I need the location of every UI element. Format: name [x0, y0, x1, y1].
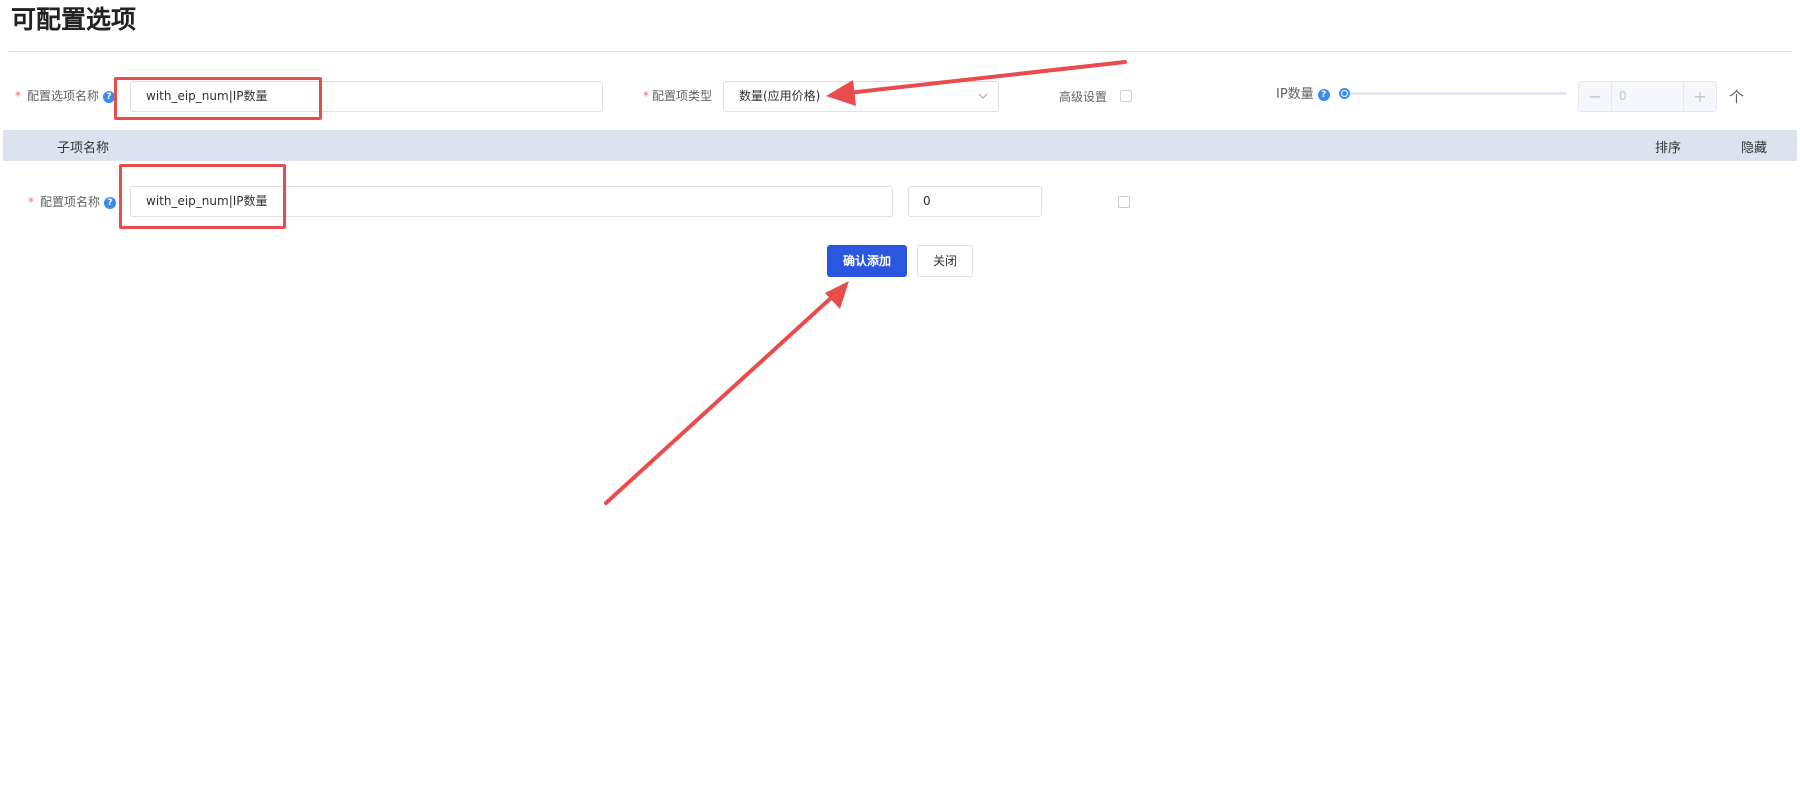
annotation-highlight-box — [119, 164, 286, 229]
slider-handle[interactable] — [1339, 88, 1350, 99]
table-header: 子项名称 排序 隐藏 — [3, 130, 1797, 161]
slider-label-group: IP数量? — [1276, 87, 1330, 103]
required-mark: * — [15, 89, 21, 103]
quantity-stepper: − 0 + — [1578, 81, 1717, 112]
option-name-label: 配置选项名称 — [27, 89, 100, 103]
advanced-label: 高级设置 — [1059, 90, 1108, 104]
column-sort: 排序 — [1655, 141, 1682, 156]
page: 可配置选项 * 配置选项名称? with_eip_num|IP数量 * 配置项类型 … — [0, 0, 1800, 800]
title-divider — [9, 51, 1792, 52]
column-subitem-name: 子项名称 — [57, 141, 110, 156]
stepper-plus-button[interactable]: + — [1683, 82, 1716, 111]
type-label: 配置项类型 — [652, 89, 713, 103]
annotation-arrows — [604, 60, 1127, 505]
annotation-arrowhead — [825, 281, 849, 309]
help-icon[interactable]: ? — [104, 196, 117, 209]
option-name-label-group: * 配置选项名称? — [15, 88, 116, 104]
help-icon[interactable]: ? — [1317, 88, 1330, 101]
required-mark: * — [643, 89, 649, 103]
stepper-minus-button[interactable]: − — [1579, 82, 1612, 111]
required-mark: * — [28, 195, 34, 209]
unit-label: 个 — [1729, 88, 1745, 106]
type-select[interactable]: 数量(应用价格) — [723, 81, 999, 112]
annotation-arrow-line — [604, 295, 834, 505]
confirm-add-button[interactable]: 确认添加 — [827, 245, 907, 277]
close-button[interactable]: 关闭 — [917, 245, 973, 277]
slider-track[interactable] — [1343, 92, 1567, 95]
type-label-group: * 配置项类型 — [643, 88, 712, 104]
column-hide: 隐藏 — [1741, 141, 1768, 156]
row-label: 配置项名称 — [40, 195, 101, 209]
sort-input[interactable]: 0 — [908, 186, 1042, 217]
stepper-value[interactable]: 0 — [1619, 82, 1627, 111]
slider-label: IP数量 — [1276, 87, 1314, 102]
chevron-down-icon — [978, 93, 988, 99]
row-label-group: * 配置项名称? — [28, 194, 117, 210]
type-select-value: 数量(应用价格) — [739, 89, 821, 103]
annotation-highlight-box — [114, 77, 322, 120]
page-title: 可配置选项 — [11, 5, 137, 34]
hidden-checkbox[interactable] — [1118, 196, 1130, 208]
advanced-checkbox[interactable] — [1120, 90, 1132, 102]
